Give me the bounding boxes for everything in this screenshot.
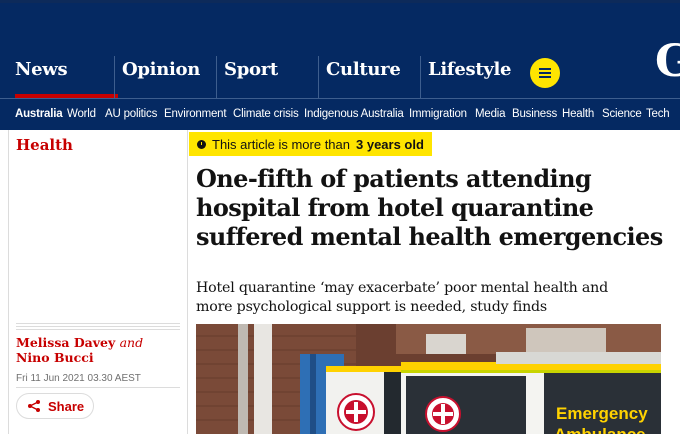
- column-divider: [8, 130, 9, 434]
- author-link[interactable]: Melissa Davey: [16, 335, 115, 350]
- pillar-label: Sport: [224, 59, 278, 80]
- date-rule: [16, 387, 180, 388]
- ambulance-photo: Emergency Ambulance: [196, 324, 661, 434]
- pillar-opinion[interactable]: Opinion: [114, 56, 216, 98]
- menu-icon-bar: [539, 72, 551, 74]
- subnav-indigenous-australia[interactable]: Indigenous Australia: [304, 108, 404, 120]
- pillar-label: News: [15, 59, 68, 80]
- subnav-science[interactable]: Science: [602, 108, 642, 120]
- subnav-tech[interactable]: Tech: [646, 108, 670, 120]
- sub-navigation: Australia World AU politics Environment …: [0, 98, 680, 130]
- subnav-australia[interactable]: Australia: [15, 108, 63, 120]
- byline-rule: [16, 323, 180, 332]
- article-standfirst: Hotel quarantine ‘may exacerbate’ poor m…: [196, 280, 608, 315]
- byline: Melissa Davey and Nino Bucci: [16, 335, 181, 365]
- age-notice-text: This article is more than: [212, 136, 350, 152]
- pillar-sport[interactable]: Sport: [216, 56, 318, 98]
- subnav-au-politics[interactable]: AU politics: [105, 108, 157, 120]
- pillar-label: Culture: [326, 59, 401, 80]
- dateline: Fri 11 Jun 2021 03.30 AEST: [16, 373, 141, 384]
- menu-icon-bar: [539, 76, 551, 78]
- pillar-label: Lifestyle: [428, 59, 512, 80]
- pillar-culture[interactable]: Culture: [318, 56, 420, 98]
- age-notice-strong: 3 years old: [356, 136, 424, 152]
- article-age-notice: This article is more than 3 years old: [189, 132, 432, 156]
- clock-icon: [197, 139, 206, 149]
- subnav-environment[interactable]: Environment: [164, 108, 227, 120]
- section-label[interactable]: Health: [16, 136, 73, 154]
- ambulance-sign-text: Ambulance: [554, 425, 646, 434]
- pillar-label: Opinion: [122, 59, 201, 80]
- guardian-logo[interactable]: G: [655, 40, 680, 84]
- subnav-media[interactable]: Media: [475, 108, 506, 120]
- subnav-business[interactable]: Business: [512, 108, 557, 120]
- subnav-immigration[interactable]: Immigration: [409, 108, 467, 120]
- ambulance-sign-text: Emergency: [556, 404, 648, 423]
- subnav-climate-crisis[interactable]: Climate crisis: [233, 108, 299, 120]
- share-icon: [28, 400, 40, 412]
- share-label: Share: [48, 398, 85, 414]
- pillar-lifestyle[interactable]: Lifestyle: [420, 56, 524, 98]
- masthead-topline: [0, 0, 680, 3]
- share-button[interactable]: Share: [16, 393, 94, 419]
- pillar-news[interactable]: News: [8, 56, 118, 98]
- article-photo: Emergency Ambulance: [196, 324, 661, 434]
- subnav-world[interactable]: World: [67, 108, 96, 120]
- menu-button[interactable]: [530, 58, 560, 88]
- menu-icon-bar: [539, 68, 551, 70]
- author-link[interactable]: Nino Bucci: [16, 350, 94, 365]
- column-divider: [187, 130, 188, 434]
- article-headline: One-fifth of patients attending hospital…: [196, 164, 663, 251]
- author-join: and: [119, 335, 144, 350]
- subnav-health[interactable]: Health: [562, 108, 594, 120]
